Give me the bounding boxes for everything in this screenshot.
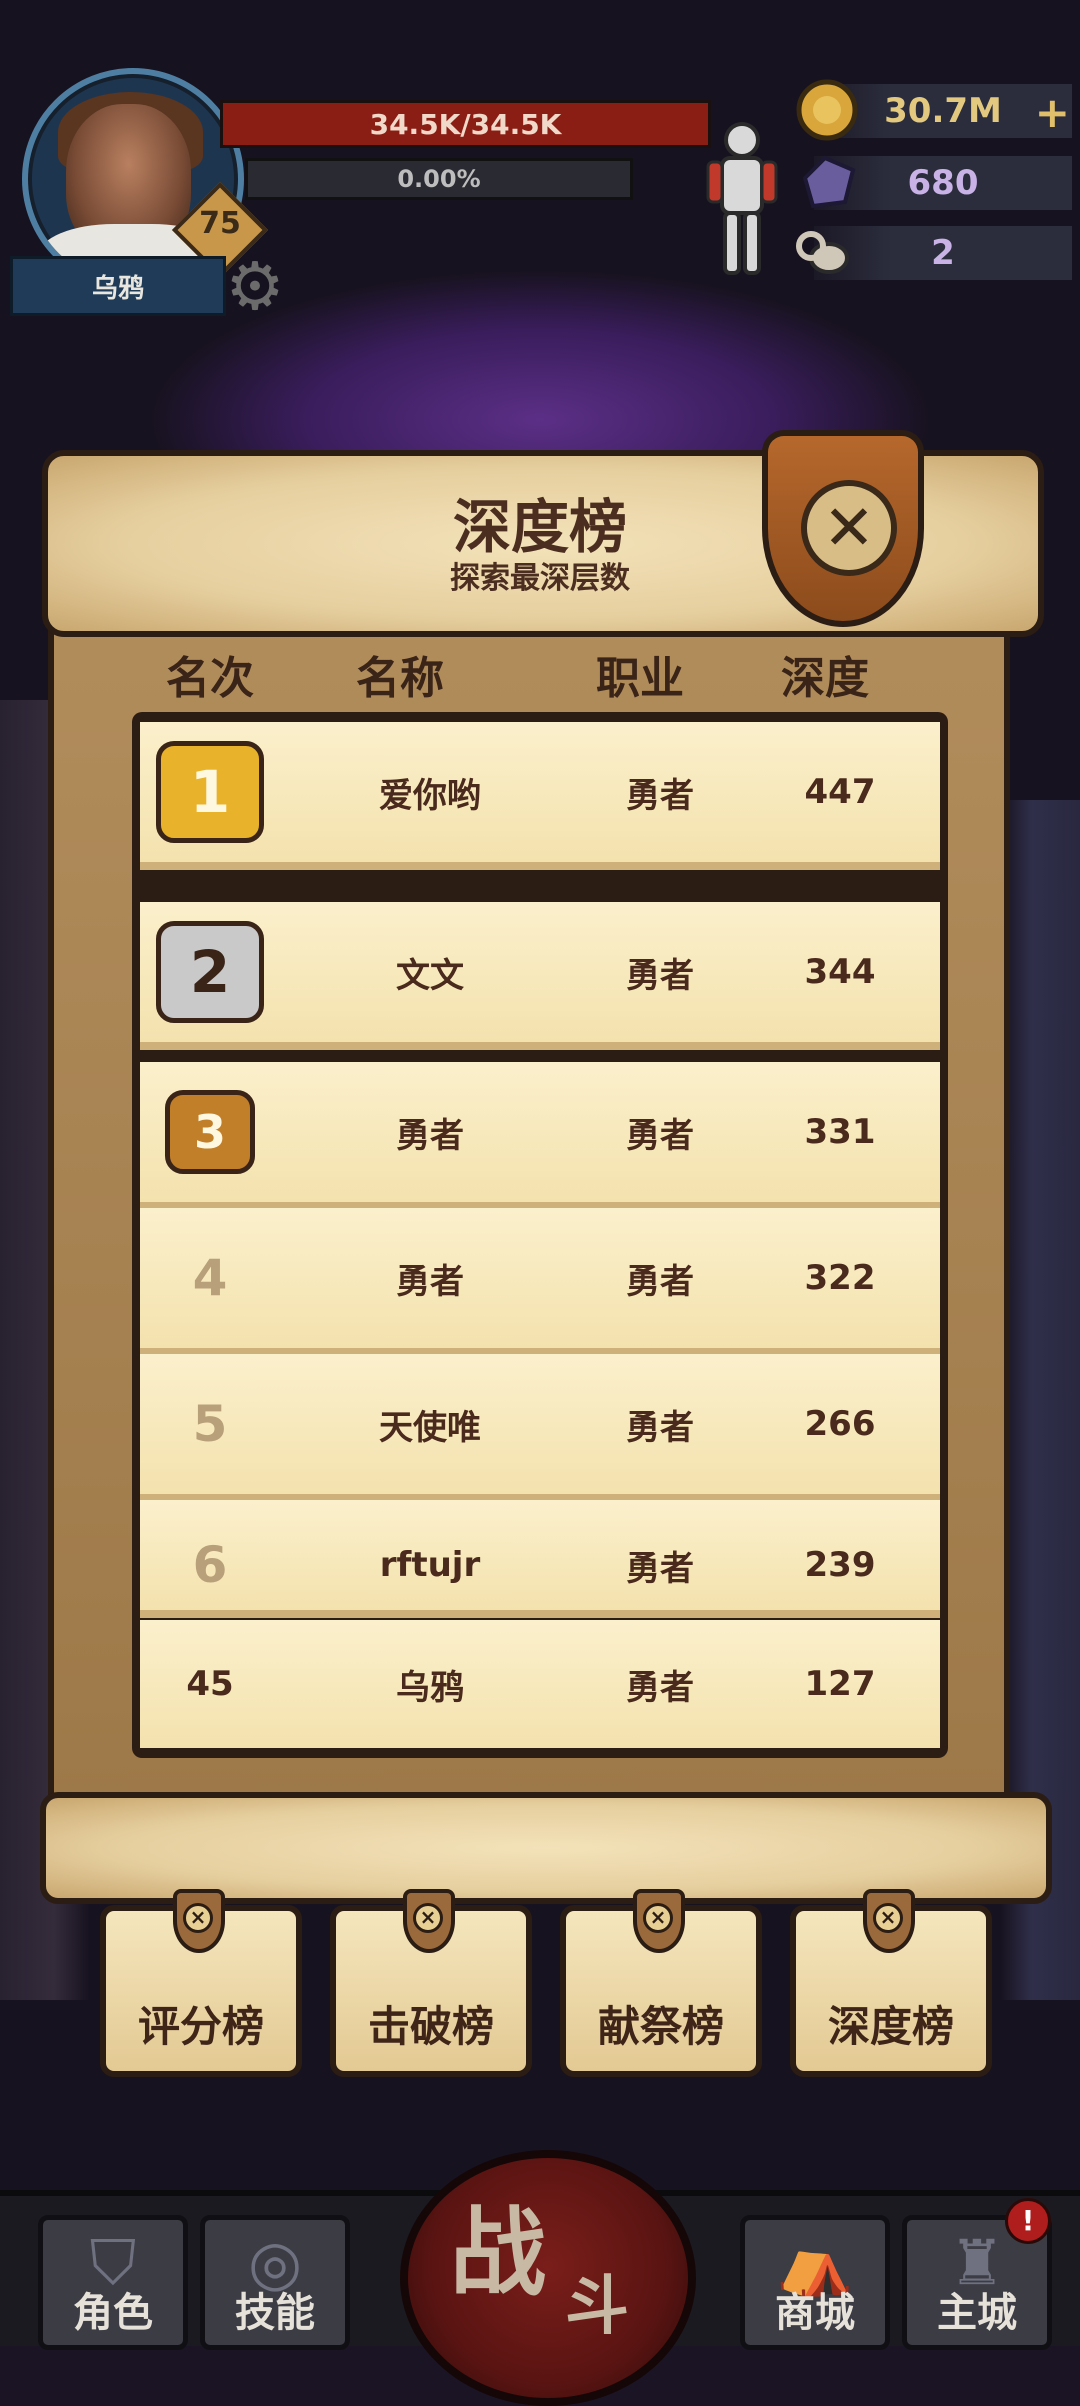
player-level: 75 [199, 206, 241, 241]
row-depth: 344 [804, 952, 876, 992]
row-class: 勇者 [626, 775, 694, 816]
battle-label-sub: 斗 [565, 2270, 629, 2344]
row-rank: 4 [192, 1249, 228, 1307]
equipment-knight-icon[interactable] [700, 118, 785, 283]
close-button[interactable]: ✕ [801, 480, 897, 576]
row-depth: 127 [804, 1664, 876, 1704]
row-name: 乌鸦 [396, 1667, 464, 1708]
row-rank: 45 [186, 1664, 234, 1704]
row-name: rftujr [379, 1545, 481, 1585]
leaderboard-row-5[interactable]: 5 天使唯 勇者 266 [140, 1354, 940, 1502]
settings-gear-icon[interactable]: ⚙ [220, 252, 290, 322]
battle-button[interactable] [400, 2150, 696, 2406]
leaderboard-row-2[interactable]: 2 文文 勇者 344 [140, 902, 940, 1050]
leaderboard-row-4[interactable]: 4 勇者 勇者 322 [140, 1208, 940, 1356]
column-header-rank: 名次 [166, 653, 254, 704]
row-depth: 322 [804, 1258, 876, 1298]
key-amount: 2 [931, 233, 955, 273]
row-name: 爱你哟 [379, 775, 481, 816]
row-class: 勇者 [626, 1548, 694, 1589]
gem-amount: 680 [907, 163, 979, 203]
row-name: 勇者 [396, 1115, 464, 1156]
leaderboard-row-3[interactable]: 3 勇者 勇者 331 [140, 1062, 940, 1210]
nav-shop[interactable]: ⛺ 商城 [740, 2215, 890, 2350]
tab-knob: × [403, 1889, 455, 1953]
tab-depth-ranking[interactable]: × 深度榜 [790, 1889, 992, 2077]
nav-character[interactable]: ⛉ 角色 [38, 2215, 188, 2350]
hp-bar: 34.5K/34.5K [220, 100, 711, 148]
row-depth: 447 [804, 772, 876, 812]
nav-skills[interactable]: ◎ 技能 [200, 2215, 350, 2350]
leaderboard-row-1[interactable]: 1 爱你哟 勇者 447 [140, 722, 940, 870]
row-class: 勇者 [626, 1407, 694, 1448]
tab-knob: × [863, 1889, 915, 1953]
leaderboard-row-self[interactable]: 45 乌鸦 勇者 127 [140, 1620, 940, 1748]
xp-bar: 0.00% [245, 158, 633, 200]
add-gold-button[interactable]: + [1035, 88, 1070, 137]
row-class: 勇者 [626, 1667, 694, 1708]
gold-amount: 30.7M [884, 91, 1002, 131]
row-rank: 5 [192, 1395, 228, 1453]
row-rank: 6 [192, 1536, 228, 1594]
row-class: 勇者 [626, 955, 694, 996]
battle-label-main: 战 [450, 2197, 546, 2309]
row-class: 勇者 [626, 1115, 694, 1156]
row-depth: 266 [804, 1404, 876, 1444]
silver-medal-icon: 2 [156, 921, 264, 1023]
column-header-depth: 深度 [781, 653, 869, 704]
row-depth: 331 [804, 1112, 876, 1152]
row-class: 勇者 [626, 1261, 694, 1302]
tab-score-ranking[interactable]: × 评分榜 [100, 1889, 302, 2077]
tab-knob: × [633, 1889, 685, 1953]
row-name: 勇者 [396, 1261, 464, 1302]
row-name: 天使唯 [379, 1407, 481, 1448]
tab-kill-ranking[interactable]: × 击破榜 [330, 1889, 532, 2077]
ram-skull-icon [795, 222, 859, 286]
leaderboard-row-6[interactable]: 6 rftujr 勇者 239 [140, 1500, 940, 1618]
tab-sacrifice-ranking[interactable]: × 献祭榜 [560, 1889, 762, 2077]
row-name: 文文 [396, 955, 464, 996]
column-header-name: 名称 [356, 653, 444, 704]
bronze-medal-icon: 3 [165, 1090, 255, 1174]
column-header-class: 职业 [596, 653, 684, 704]
gold-coin-icon [795, 78, 859, 142]
row-depth: 239 [804, 1545, 876, 1585]
tab-knob: × [173, 1889, 225, 1953]
crystal-icon [795, 150, 859, 214]
gold-medal-icon: 1 [156, 741, 264, 843]
player-name: 乌鸦 [10, 256, 226, 316]
notification-badge: ! [1005, 2198, 1051, 2244]
scroll-footer [40, 1792, 1052, 1904]
